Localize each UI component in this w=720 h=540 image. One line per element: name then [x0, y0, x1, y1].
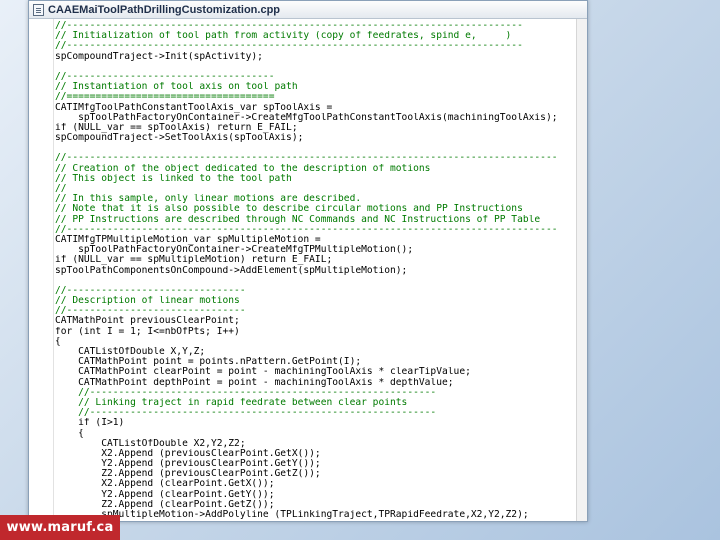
window-titlebar[interactable]: CAAEMaiToolPathDrillingCustomization.cpp [29, 1, 587, 19]
code-line: for (int I = 1; I<=nbOfPts; I++) [55, 326, 240, 337]
code-line: CATMathPoint previousClearPoint; [55, 316, 240, 327]
code-line: Z2.Append (previousClearPoint.GetZ()); [55, 469, 321, 480]
editor-window: CAAEMaiToolPathDrillingCustomization.cpp… [28, 0, 588, 522]
code-comment-line: // Instantiation of tool axis on tool pa… [55, 82, 298, 93]
code-line: spToolPathComponentsOnCompound->AddEleme… [55, 265, 408, 276]
code-comment-line: //------------------------------- [55, 306, 246, 317]
code-comment-line: //--------------------------------------… [55, 41, 523, 52]
code-comment-line: // This object is linked to the tool pat… [55, 173, 292, 184]
code-line: spCompoundTraject->Init(spActivity); [55, 51, 263, 62]
code-line: spToolPathFactoryOnContainer->CreateMfgT… [55, 245, 414, 256]
code-line: Z2.Append (clearPoint.GetZ()); [55, 499, 275, 510]
code-comment-line: //--------------------------------------… [55, 224, 558, 235]
code-comment-line: //--------------------------------------… [55, 21, 523, 31]
code-comment-line: // Linking traject in rapid feedrate bet… [55, 397, 408, 408]
editor-gutter [29, 19, 54, 521]
code-comment-line: // In this sample, only linear motions a… [55, 194, 362, 205]
code-line: CATListOfDouble X2,Y2,Z2; [55, 438, 246, 449]
code-line: CATIMfgTPMultipleMotion_var spMultipleMo… [55, 234, 321, 245]
code-line: CATMathPoint point = points.nPattern.Get… [55, 357, 362, 368]
code-comment-line: // [55, 184, 67, 194]
code-line: if (I>1) [55, 418, 125, 429]
code-line: { [55, 336, 61, 347]
watermark-badge: www.maruf.ca [0, 515, 120, 540]
code-line: { [55, 428, 84, 439]
code-comment-line: // PP Instructions are described through… [55, 214, 541, 225]
code-line: X2.Append (previousClearPoint.GetX()); [55, 448, 321, 459]
window-title: CAAEMaiToolPathDrillingCustomization.cpp [48, 3, 281, 16]
code-comment-line: //------------------------------------ [55, 71, 275, 82]
code-line: if (NULL_var == spMultipleMotion) return… [55, 255, 333, 266]
code-comment-line: //--------------------------------------… [55, 387, 437, 398]
code-comment-line: //--------------------------------------… [55, 408, 437, 419]
code-line: Y2.Append (previousClearPoint.GetY()); [55, 459, 321, 470]
code-line: CATListOfDouble X,Y,Z; [55, 347, 206, 357]
code-comment-line: // Creation of the object dedicated to t… [55, 163, 431, 174]
code-comment-line: //==================================== [55, 92, 275, 103]
code-line: CATMathPoint clearPoint = point - machin… [55, 367, 471, 378]
file-icon [33, 3, 44, 16]
code-comment-line: // Initialization of tool path from acti… [55, 31, 512, 42]
code-line: CATMathPoint depthPoint = point - machin… [55, 377, 454, 388]
code-line: spToolPathFactoryOnContainer->CreateMfgT… [55, 112, 558, 123]
code-comment-line: // Description of linear motions [55, 296, 240, 307]
code-comment-line: //------------------------------- [55, 285, 246, 296]
code-comment-line: // Note that it is also possible to desc… [55, 204, 523, 215]
code-line: X2.Append (clearPoint.GetX()); [55, 479, 275, 490]
code-line: Y2.Append (clearPoint.GetY()); [55, 489, 275, 500]
code-line: spCompoundTraject->SetToolAxis(spToolAxi… [55, 133, 304, 144]
vertical-scrollbar[interactable] [576, 19, 587, 521]
code-line: if (NULL_var == spToolAxis) return E_FAI… [55, 122, 298, 133]
code-line: spMultipleMotion->AddPolyline (TPLinking… [55, 510, 529, 520]
code-editor[interactable]: //--------------------------------------… [29, 19, 587, 521]
code-line: CATIMfgToolPathConstantToolAxis_var spTo… [55, 102, 333, 113]
code-line: } [55, 520, 587, 521]
code-comment-line: //--------------------------------------… [55, 153, 558, 164]
code-area[interactable]: //--------------------------------------… [55, 21, 587, 521]
